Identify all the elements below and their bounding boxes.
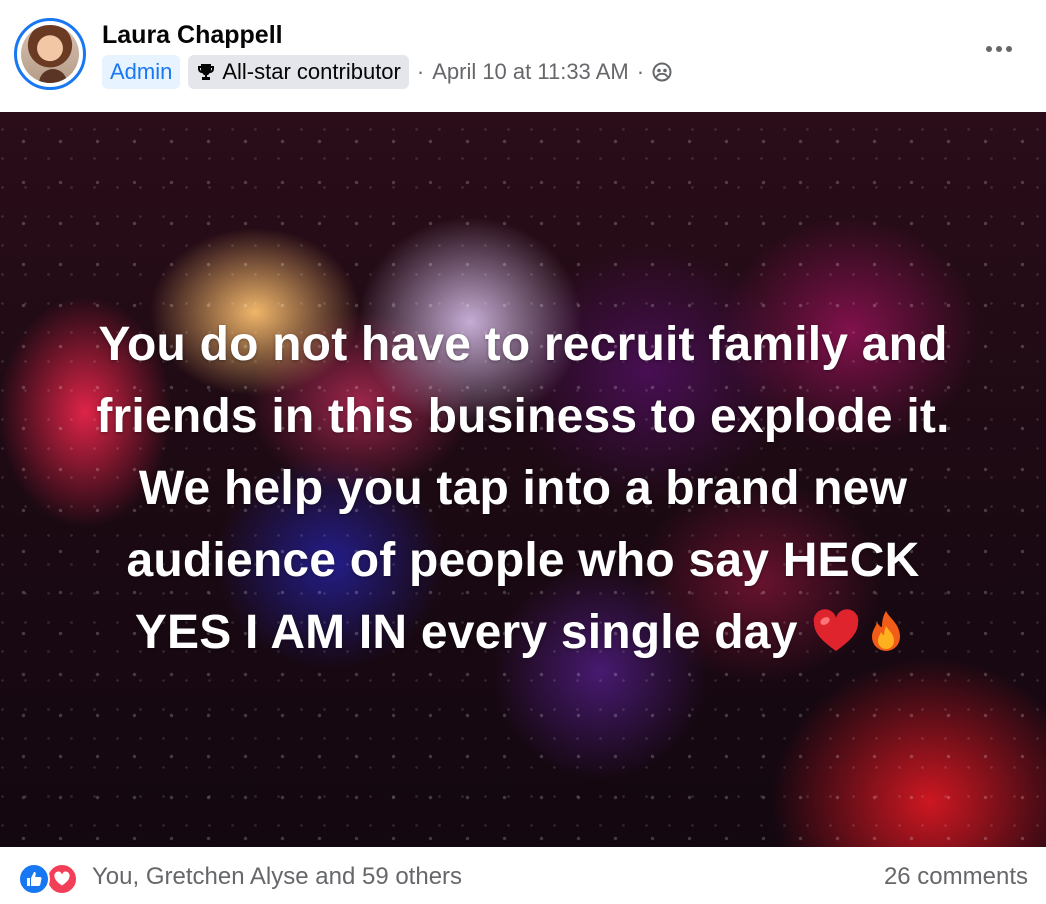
post-background-image[interactable]: You do not have to recruit family and fr… (0, 112, 1046, 847)
post-text-line: We help you tap into a brand new (138, 462, 908, 515)
post-text-line: audience of people who say HECK (126, 534, 920, 587)
group-audience-icon[interactable] (652, 62, 672, 82)
thumbs-up-icon (27, 872, 42, 887)
post-text-line: friends in this business to explode it. (96, 390, 950, 443)
author-name[interactable]: Laura Chappell (102, 21, 283, 50)
dot (996, 46, 1002, 52)
heart-icon (54, 871, 70, 886)
post-text-line: You do not have to recruit family and (98, 318, 948, 371)
meta-separator: · (636, 59, 645, 84)
comments-count[interactable]: 26 comments (884, 863, 1028, 891)
like-icon (18, 863, 50, 895)
post-timestamp[interactable]: April 10 at 11:33 AM (432, 59, 629, 85)
more-options-icon[interactable] (982, 36, 1016, 62)
love-icon (46, 863, 78, 895)
reactors-summary[interactable]: You, Gretchen Alyse and 59 others (92, 863, 462, 891)
post-text: You do not have to recruit family and fr… (40, 309, 1006, 669)
post-header: Laura Chappell Admin All-star contributo… (0, 0, 1046, 112)
dot (1006, 46, 1012, 52)
trophy-icon (198, 64, 215, 80)
fire-icon (872, 611, 901, 651)
post-meta: Admin All-star contributor · April 10 at… (102, 54, 672, 90)
meta-separator: · (416, 59, 425, 84)
reaction-icons[interactable] (18, 863, 82, 895)
all-star-contributor-badge[interactable]: All-star contributor (188, 55, 409, 89)
dot (986, 46, 992, 52)
admin-badge[interactable]: Admin (102, 55, 181, 89)
all-star-contributor-label: All-star contributor (222, 59, 401, 84)
profile-photo (21, 25, 79, 83)
post-text-line: YES I AM IN every single day (134, 606, 798, 659)
author-avatar[interactable] (14, 18, 86, 90)
post-text-line-last: YES I AM IN every single day (40, 597, 1006, 669)
red-heart-icon (813, 609, 859, 651)
post-footer: You, Gretchen Alyse and 59 others 26 com… (0, 847, 1046, 904)
